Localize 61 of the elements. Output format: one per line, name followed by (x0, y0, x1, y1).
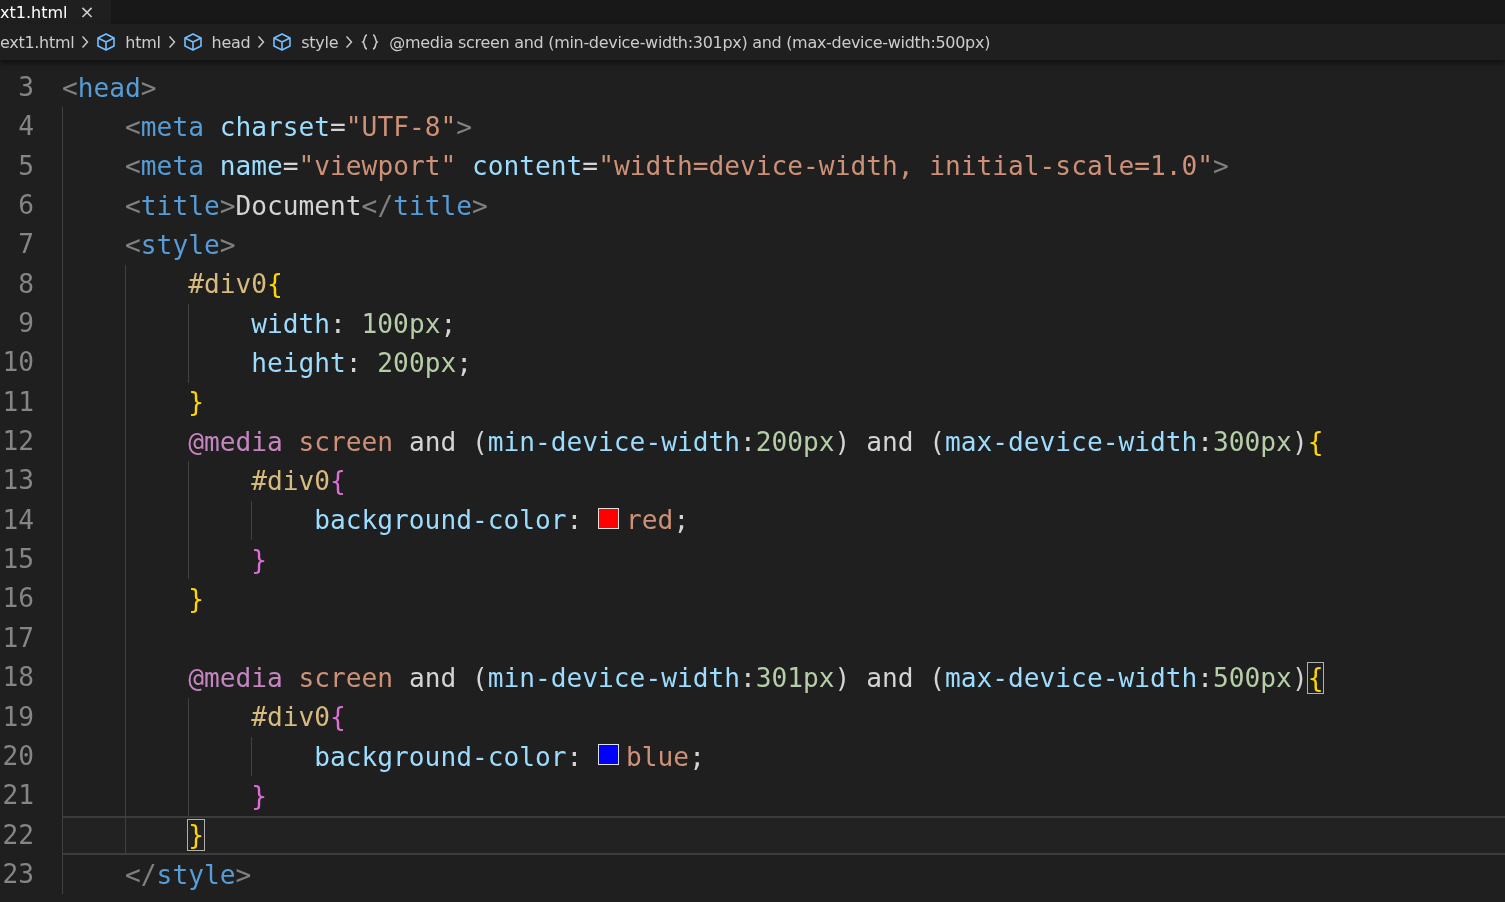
chevron-icon (257, 35, 266, 49)
chevron-icon (167, 35, 176, 49)
code-text: background-color: (314, 505, 584, 536)
color-swatch[interactable] (598, 507, 620, 529)
line-number: 10 (1, 346, 34, 380)
code-text: background-color: (314, 741, 584, 772)
line-number: 22 (1, 818, 34, 852)
cube-icon (96, 32, 117, 52)
breadcrumb-item[interactable]: html (125, 32, 161, 52)
cube-icon (272, 32, 293, 52)
code-text: } (188, 584, 204, 615)
code-text: #div0{ (251, 466, 346, 497)
code-text: } (188, 387, 204, 418)
line-number: 11 (1, 385, 34, 419)
line-number: 17 (1, 621, 34, 655)
line-number: 16 (1, 582, 34, 616)
code-text: width: 100px; (251, 308, 457, 339)
code-text: } (251, 780, 267, 811)
code-text: #div0{ (251, 702, 346, 733)
line-number: 15 (1, 543, 34, 577)
code-text: red; (626, 505, 690, 536)
close-button[interactable]: × (77, 2, 97, 22)
breadcrumb-item[interactable]: @media screen and (min-device-width:301px) and (max-device-width:500px) (389, 32, 991, 52)
code-text: <head> (62, 72, 157, 103)
breadcrumb-item[interactable]: style (301, 32, 339, 52)
line-number: 8 (17, 267, 34, 301)
code-text: <meta name="viewport" content="width=device-width, initial-scale=1.0"> (125, 151, 1229, 182)
code-text: <title>Document</title> (125, 190, 488, 221)
line-number: 21 (1, 779, 34, 813)
code-text: #div0{ (188, 269, 283, 300)
chevron-icon (345, 35, 354, 49)
code-text: } (251, 544, 267, 575)
breadcrumb-item[interactable]: ext1.html (0, 32, 75, 52)
line-number: 9 (17, 307, 34, 341)
line-number: 14 (1, 503, 34, 537)
line-number: 4 (17, 110, 34, 144)
line-number: 13 (1, 464, 34, 498)
code-text: blue; (626, 741, 705, 772)
chevron-icon (81, 35, 90, 49)
code-text: <style> (125, 230, 236, 261)
editor-tab[interactable]: xt1.html × (0, 0, 111, 24)
line-number: 5 (17, 149, 34, 183)
breadcrumb-item[interactable]: head (211, 32, 251, 52)
tab-title[interactable]: xt1.html (0, 2, 68, 22)
cube-icon (182, 32, 203, 52)
line-number: 19 (1, 700, 34, 734)
line-number: 12 (1, 425, 34, 459)
braces-icon (360, 32, 381, 52)
line-number: 23 (1, 857, 34, 891)
code-text: @media screen and (min-device-width:200px) and (max-device-width:300px){ (188, 426, 1324, 457)
code-text: </style> (125, 859, 252, 890)
line-number: 18 (1, 661, 34, 695)
line-number: 6 (17, 189, 34, 223)
code-text: @media screen and (min-device-width:301px) and (max-device-width:500px){ (188, 662, 1324, 693)
line-number: 20 (1, 739, 34, 773)
line-number: 3 (17, 71, 34, 104)
code-text: <meta charset="UTF-8"> (125, 112, 472, 142)
color-swatch[interactable] (598, 744, 620, 765)
code-text: height: 200px; (251, 348, 472, 379)
code-text: } (188, 820, 204, 851)
line-number: 7 (17, 228, 34, 262)
